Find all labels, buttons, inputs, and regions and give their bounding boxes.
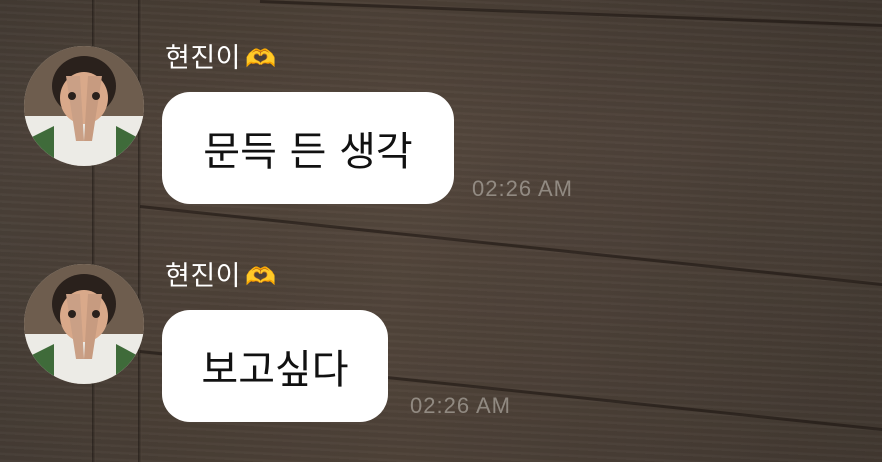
avatar-photo <box>24 264 144 384</box>
message-bubble[interactable]: 문득 든 생각 <box>162 92 454 204</box>
avatar-photo <box>24 46 144 166</box>
avatar[interactable] <box>24 264 144 384</box>
message-text: 문득 든 생각 <box>203 129 413 175</box>
avatar[interactable] <box>24 46 144 166</box>
sender-name-text: 현진이 <box>165 261 242 292</box>
sender-name: 현진이 🫶 <box>165 36 277 75</box>
sender-name-text: 현진이 <box>165 43 242 74</box>
message-bubble[interactable]: 보고싶다 <box>162 310 388 422</box>
heart-hands-icon: 🫶 <box>245 44 277 73</box>
message-text: 보고싶다 <box>201 347 349 393</box>
message-timestamp: 02:26 AM <box>410 393 511 418</box>
wood-seam <box>138 0 142 462</box>
heart-hands-icon: 🫶 <box>245 262 277 291</box>
sender-name: 현진이 🫶 <box>165 254 277 293</box>
message-timestamp: 02:26 AM <box>472 176 573 201</box>
